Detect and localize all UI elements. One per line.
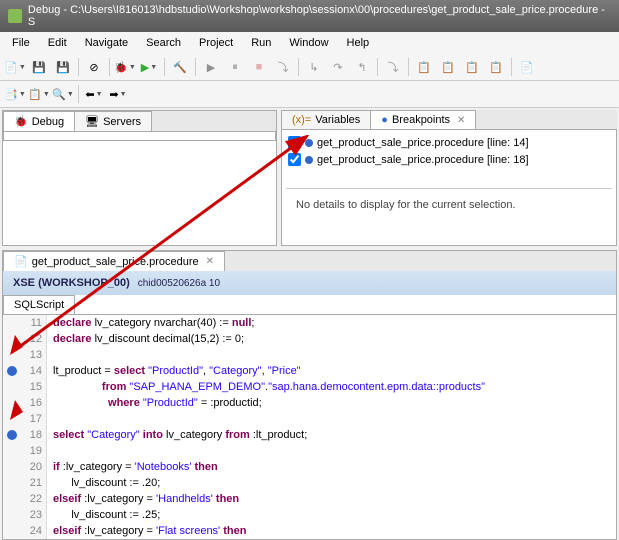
- tab-debug[interactable]: 🐞Debug: [3, 111, 75, 131]
- code-line[interactable]: lv_discount := .20;: [53, 475, 616, 491]
- step-over-button[interactable]: ↷: [327, 56, 349, 78]
- tb-misc5[interactable]: 📄: [516, 56, 538, 78]
- menu-navigate[interactable]: Navigate: [77, 34, 136, 52]
- tb2-2[interactable]: 📋▼: [28, 83, 50, 105]
- code-line[interactable]: elseif :lv_category = 'Handhelds' then: [53, 491, 616, 507]
- servers-icon: 🖥: [85, 115, 99, 128]
- tab-variables[interactable]: (x)=Variables: [281, 110, 371, 129]
- breakpoint-checkbox[interactable]: [288, 153, 301, 166]
- code-line[interactable]: elseif :lv_category = 'Flat screens' the…: [53, 523, 616, 539]
- code-line[interactable]: declare lv_discount decimal(15,2) := 0;: [53, 331, 616, 347]
- tb2-1[interactable]: 📑▼: [4, 83, 26, 105]
- terminate-button[interactable]: ■: [248, 56, 270, 78]
- tb-misc1[interactable]: 📋: [413, 56, 435, 78]
- bug-icon: 🐞: [14, 115, 28, 128]
- save-all-button[interactable]: 💾: [52, 56, 74, 78]
- code-line[interactable]: lv_discount := .25;: [53, 507, 616, 523]
- debug-button[interactable]: 🐞▼: [114, 56, 136, 78]
- breakpoints-list: get_product_sale_price.procedure [line: …: [281, 130, 617, 246]
- breakpoints-icon: ●: [381, 114, 388, 126]
- editor-subtitle: chid00520626a 10: [138, 278, 220, 289]
- tb2-3[interactable]: 🔍▼: [52, 83, 74, 105]
- forward-button[interactable]: ➡▼: [107, 83, 129, 105]
- breakpoint-detail: No details to display for the current se…: [286, 188, 612, 221]
- breakpoint-marker[interactable]: [7, 366, 17, 376]
- code-editor[interactable]: 1112131415161718192021222324 declare lv_…: [3, 315, 616, 539]
- tb-misc3[interactable]: 📋: [461, 56, 483, 78]
- menu-help[interactable]: Help: [339, 34, 378, 52]
- breakpoint-label: get_product_sale_price.procedure [line: …: [317, 154, 529, 166]
- file-icon: 📄: [14, 255, 28, 268]
- code-line[interactable]: declare lv_category nvarchar(40) := null…: [53, 315, 616, 331]
- code-line[interactable]: [53, 443, 616, 459]
- toolbar: 📄▼ 💾 💾 ⊘ 🐞▼ ▶▼ 🔨 ▶ ⏸ ■ ⤵ ↳ ↷ ↰ ⤵ 📋 📋 📋 📋…: [0, 54, 619, 81]
- code-line[interactable]: if :lv_category = 'Notebooks' then: [53, 459, 616, 475]
- editor-title: XSE (WORKSHOP_00): [13, 277, 130, 289]
- close-icon[interactable]: ✕: [206, 256, 214, 267]
- back-button[interactable]: ⬅▼: [83, 83, 105, 105]
- breakpoint-row[interactable]: get_product_sale_price.procedure [line: …: [286, 134, 612, 151]
- code-line[interactable]: [53, 411, 616, 427]
- suspend-button[interactable]: ⏸: [224, 56, 246, 78]
- close-icon[interactable]: ✕: [457, 115, 465, 126]
- resume-button[interactable]: ▶: [200, 56, 222, 78]
- variables-icon: (x)=: [292, 114, 311, 126]
- menu-edit[interactable]: Edit: [40, 34, 75, 52]
- code-line[interactable]: lt_product = select "ProductId", "Catego…: [53, 363, 616, 379]
- menu-run[interactable]: Run: [243, 34, 279, 52]
- app-icon: [8, 9, 22, 23]
- step-into-button[interactable]: ↳: [303, 56, 325, 78]
- main-panels: 🐞Debug 🖥Servers (x)=Variables ●Breakpoin…: [0, 108, 619, 248]
- window-title-bar: Debug - C:\Users\I816013\hdbstudio\Works…: [0, 0, 619, 32]
- skip-breakpoints-button[interactable]: ⊘: [83, 56, 105, 78]
- menu-file[interactable]: File: [4, 34, 38, 52]
- breakpoint-marker[interactable]: [7, 430, 17, 440]
- breakpoint-row[interactable]: get_product_sale_price.procedure [line: …: [286, 151, 612, 168]
- code-line[interactable]: from "SAP_HANA_EPM_DEMO"."sap.hana.democ…: [53, 379, 616, 395]
- tab-breakpoints[interactable]: ●Breakpoints✕: [370, 110, 476, 129]
- editor-tab[interactable]: 📄 get_product_sale_price.procedure ✕: [3, 251, 225, 271]
- code-line[interactable]: where "ProductId" = :productid;: [53, 395, 616, 411]
- tb-misc2[interactable]: 📋: [437, 56, 459, 78]
- new-button[interactable]: 📄▼: [4, 56, 26, 78]
- breakpoint-checkbox[interactable]: [288, 136, 301, 149]
- menu-bar: File Edit Navigate Search Project Run Wi…: [0, 32, 619, 54]
- menu-project[interactable]: Project: [191, 34, 241, 52]
- debug-panel: 🐞Debug 🖥Servers: [2, 110, 277, 246]
- menu-search[interactable]: Search: [138, 34, 189, 52]
- editor-title-bar: XSE (WORKSHOP_00) chid00520626a 10: [3, 271, 616, 295]
- tab-servers[interactable]: 🖥Servers: [74, 111, 152, 131]
- code-line[interactable]: [53, 347, 616, 363]
- breakpoint-label: get_product_sale_price.procedure [line: …: [317, 137, 529, 149]
- window-title: Debug - C:\Users\I816013\hdbstudio\Works…: [28, 4, 611, 28]
- breakpoint-dot-icon: [305, 156, 313, 164]
- run-button[interactable]: ▶▼: [138, 56, 160, 78]
- tb-misc4[interactable]: 📋: [485, 56, 507, 78]
- editor: 📄 get_product_sale_price.procedure ✕ XSE…: [2, 250, 617, 540]
- sqlscript-tab[interactable]: SQLScript: [3, 295, 75, 314]
- drop-icon[interactable]: ⤵: [382, 56, 404, 78]
- step-return-button[interactable]: ↰: [351, 56, 373, 78]
- disconnect-button[interactable]: ⤵: [272, 56, 294, 78]
- tool-button[interactable]: 🔨: [169, 56, 191, 78]
- variables-breakpoints-panel: (x)=Variables ●Breakpoints✕ get_product_…: [281, 110, 617, 246]
- save-button[interactable]: 💾: [28, 56, 50, 78]
- menu-window[interactable]: Window: [281, 34, 336, 52]
- line-gutter: 1112131415161718192021222324: [17, 315, 47, 539]
- breakpoint-dot-icon: [305, 139, 313, 147]
- code-line[interactable]: select "Category" into lv_category from …: [53, 427, 616, 443]
- toolbar-row2: 📑▼ 📋▼ 🔍▼ ⬅▼ ➡▼: [0, 81, 619, 108]
